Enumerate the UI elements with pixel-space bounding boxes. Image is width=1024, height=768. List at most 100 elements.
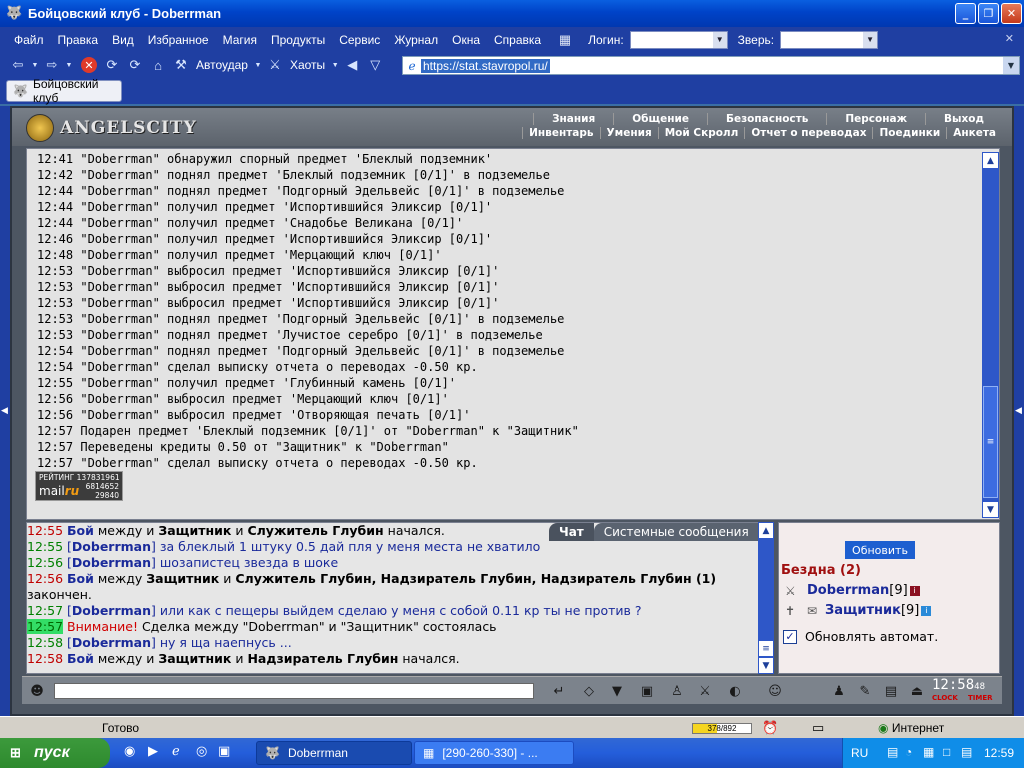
checkmark-icon[interactable]: ✓ [783, 629, 797, 644]
person-icon[interactable]: ♟ [828, 680, 850, 702]
menu-magic[interactable]: Магия [223, 33, 257, 47]
tools-icon[interactable]: ⚒ [171, 55, 191, 75]
chevron-down-icon[interactable]: ▼ [254, 55, 262, 75]
nav-inventory[interactable]: Инвентарь [522, 127, 599, 139]
scroll-menu-icon[interactable]: ≡ [758, 640, 774, 657]
nav-social[interactable]: Общение [613, 113, 707, 125]
player-icon[interactable]: ◎ [196, 744, 207, 759]
stop-icon[interactable]: ✕ [81, 57, 97, 73]
taskbar-button-doberrman[interactable]: 🐺 Doberrman [256, 741, 412, 765]
media-icon[interactable]: ◉ [124, 744, 135, 759]
chat-time[interactable]: 12:55 [27, 539, 63, 554]
log-scrollbar[interactable]: ▲ ≡ ▼ [982, 152, 999, 518]
chat-time[interactable]: 12:57 [27, 603, 63, 618]
tray-icon[interactable]: □ [943, 745, 950, 759]
haoty-button[interactable]: Хаоты [290, 58, 325, 72]
chat-time[interactable]: 12:56 [27, 555, 63, 570]
chat-nick[interactable]: Doberrman [72, 635, 151, 650]
close-menu-icon[interactable]: ✕ [1005, 32, 1014, 45]
player-name[interactable]: Защитник [825, 603, 901, 618]
login-combo[interactable]: ▼ [629, 30, 728, 49]
menu-service[interactable]: Сервис [339, 33, 380, 47]
menu-products[interactable]: Продукты [271, 33, 325, 47]
nav-my-scroll[interactable]: Мой Скролл [657, 127, 745, 139]
pen-icon[interactable]: ✎ [854, 680, 876, 702]
start-button[interactable]: ⊞ пуск [0, 738, 110, 768]
nav-fights[interactable]: Поединки [872, 127, 946, 139]
save-icon[interactable]: ▣ [636, 680, 658, 702]
menu-view[interactable]: Вид [112, 33, 134, 47]
chevron-left-icon[interactable]: ◀ [1, 406, 9, 426]
eraser-icon[interactable]: ◇ [578, 680, 600, 702]
info-icon[interactable]: i [921, 605, 932, 616]
back-icon[interactable]: ⇦ [8, 55, 28, 75]
menu-journal[interactable]: Журнал [394, 33, 438, 47]
nav-profile[interactable]: Анкета [946, 127, 1002, 139]
scroll-thumb[interactable]: ≡ [983, 386, 998, 498]
nav-transfer-report[interactable]: Отчет о переводах [744, 127, 872, 139]
sword-icon[interactable]: ⚔ [694, 680, 716, 702]
nav-knowledge[interactable]: Знания [533, 113, 613, 125]
ie-icon[interactable]: ℯ [172, 744, 180, 759]
shield-icon[interactable]: ◐ [724, 680, 746, 702]
chevron-left-icon[interactable]: ◀ [1015, 406, 1023, 426]
tray-icon[interactable]: ▦ [923, 745, 934, 759]
filter-icon[interactable]: ▽ [365, 55, 385, 75]
language-indicator[interactable]: RU [851, 746, 868, 760]
address-bar[interactable]: ℯ https://stat.stavropol.ru/ ▼ [402, 56, 1020, 75]
nav-character[interactable]: Персонаж [826, 113, 925, 125]
lock-icon[interactable]: ▤ [880, 680, 902, 702]
tray-icon[interactable]: ▤ [887, 745, 898, 759]
chat-input[interactable] [54, 683, 534, 699]
scroll-up-icon[interactable]: ▲ [982, 152, 999, 169]
tab-system-messages[interactable]: Системные сообщения [593, 523, 759, 541]
chat-time[interactable]: 12:58 [27, 635, 63, 650]
chevron-down-icon[interactable]: ▼ [1003, 57, 1019, 74]
tab-chat[interactable]: Чат [549, 523, 594, 541]
pet-combo[interactable]: ▼ [780, 30, 879, 49]
close-button[interactable]: ✕ [1001, 3, 1022, 24]
player-row[interactable]: ✝ ✉ Защитник [9] i [785, 603, 932, 618]
sound-icon[interactable]: ◀ [342, 55, 362, 75]
play-icon[interactable]: ▶ [148, 744, 158, 759]
menu-windows[interactable]: Окна [452, 33, 480, 47]
menu-edit[interactable]: Правка [58, 33, 99, 47]
menu-file[interactable]: Файл [14, 33, 44, 47]
tray-icon[interactable]: ◔ [905, 745, 912, 759]
chevron-down-icon[interactable]: ▼ [65, 55, 73, 75]
nav-security[interactable]: Безопасность [706, 113, 826, 125]
player-row[interactable]: ⚔ Doberrman [9] i [785, 583, 920, 598]
nav-skills[interactable]: Умения [599, 127, 658, 139]
player-name[interactable]: Doberrman [807, 583, 889, 598]
refresh-all-icon[interactable]: ⟳ [125, 55, 145, 75]
mailru-counter[interactable]: РЕЙТИНГ 137831961 mailru 6814652 29840 [35, 471, 123, 501]
forward-icon[interactable]: ⇨ [42, 55, 62, 75]
taskbar-button-calc[interactable]: ▦ [290-260-330] - ... [414, 741, 574, 765]
send-icon[interactable]: ↵ [548, 680, 570, 702]
smiley-head-icon[interactable]: ☻ [26, 680, 48, 702]
auto-refresh-checkbox[interactable]: ✓ Обновлять автомат. [783, 629, 938, 644]
home-icon[interactable]: ⌂ [148, 55, 168, 75]
tray-icon[interactable]: ▤ [961, 745, 972, 759]
maximize-button[interactable]: ❐ [978, 3, 999, 24]
exit-icon[interactable]: ⏏ [906, 680, 928, 702]
desktop-icon[interactable]: ▣ [218, 744, 230, 759]
refresh-button[interactable]: Обновить [845, 541, 915, 559]
calculator-icon[interactable]: ▦ [555, 30, 575, 50]
address-url[interactable]: https://stat.stavropol.ru/ [421, 58, 550, 73]
alarm-icon[interactable]: ⏰ [762, 720, 778, 736]
nav-exit[interactable]: Выход [925, 113, 1002, 125]
filter-icon[interactable]: ▼ [606, 680, 628, 702]
chat-scrollbar[interactable]: ▲ ≡ ▼ [758, 522, 774, 674]
game-logo[interactable]: ANGELSCITY [26, 114, 197, 142]
chat-nick[interactable]: Doberrman [72, 555, 151, 570]
chat-nick[interactable]: Doberrman [72, 603, 151, 618]
chat-time[interactable]: 12:55 [27, 523, 63, 538]
chevron-down-icon[interactable]: ▼ [331, 55, 339, 75]
tab-fightclub[interactable]: 🐺 Бойцовский клуб [6, 77, 122, 105]
smile-icon[interactable]: ☺ [764, 680, 786, 702]
refresh-icon[interactable]: ⟳ [102, 55, 122, 75]
chat-nick[interactable]: Doberrman [72, 539, 151, 554]
chevron-down-icon[interactable]: ▼ [31, 55, 39, 75]
chat-time[interactable]: 12:57 [27, 619, 64, 634]
